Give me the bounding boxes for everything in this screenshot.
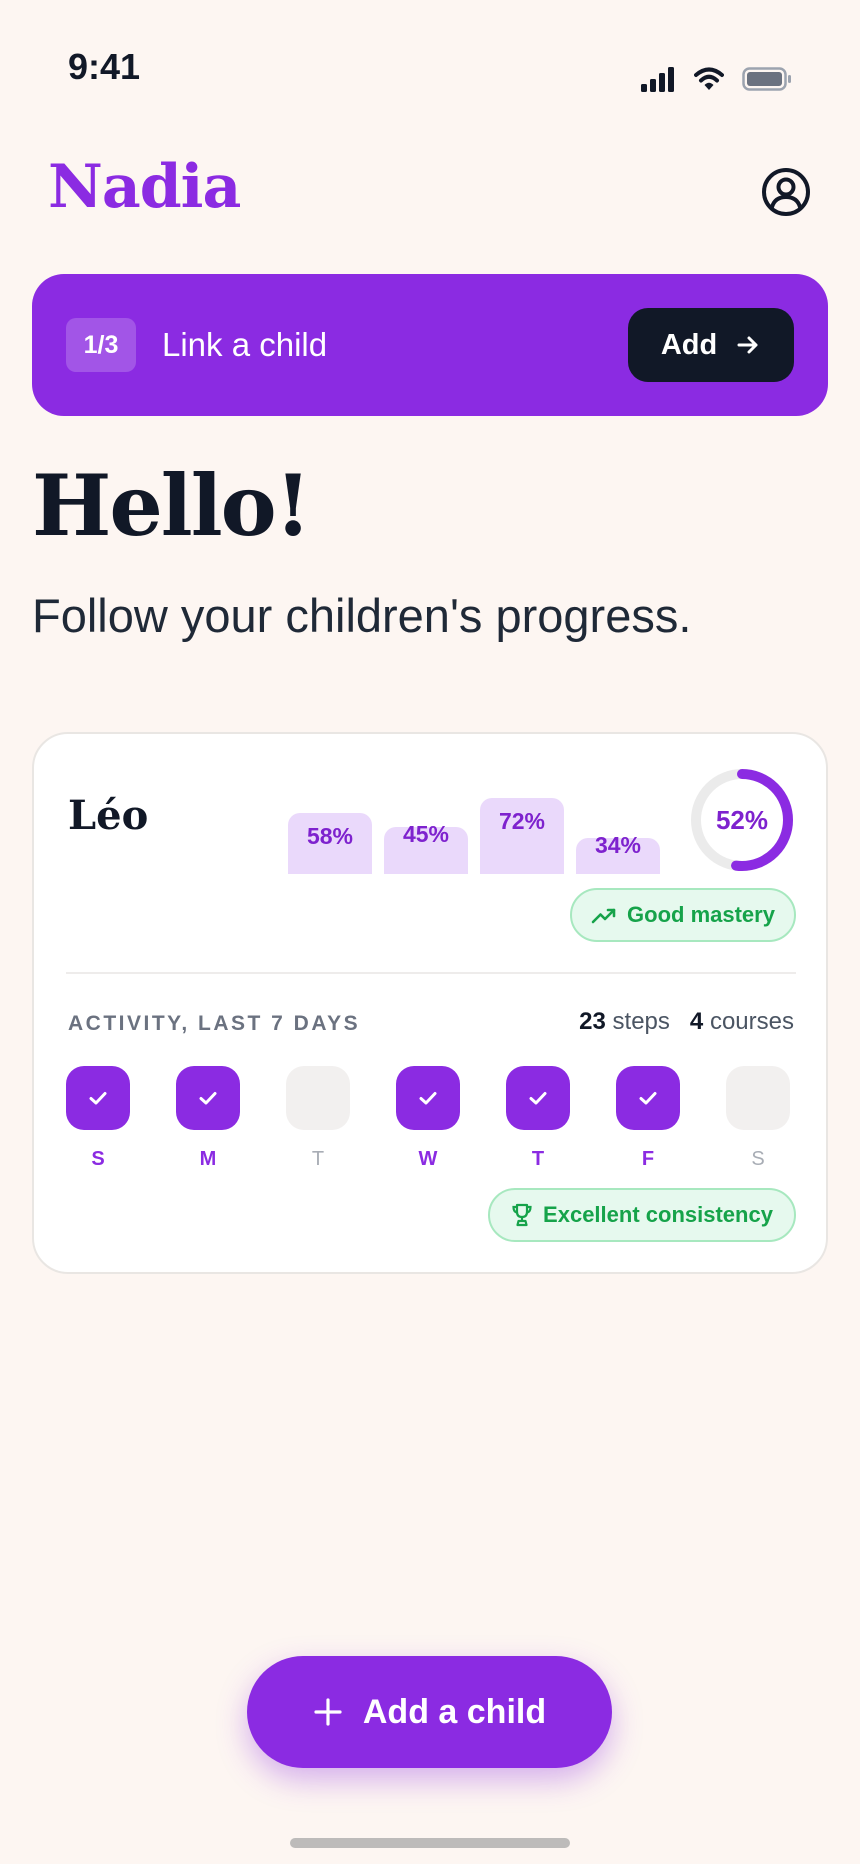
greeting-title: Hello! (32, 456, 312, 555)
steps-count: 23 (579, 1008, 606, 1035)
child-progress-card[interactable]: Léo 58% 45% 72% 34% 52% Good mastery ACT… (32, 732, 828, 1274)
battery-icon (742, 67, 791, 91)
greeting-subtitle: Follow your children's progress. (32, 589, 692, 642)
brand-logo: Nadia (48, 152, 241, 222)
mastery-bar: 34% (576, 832, 660, 874)
trending-up-icon (591, 908, 616, 924)
add-child-label: Add a child (362, 1692, 547, 1731)
wifi-icon (694, 67, 724, 90)
steps-label: steps (612, 1008, 670, 1035)
courses-count: 4 (689, 1008, 704, 1035)
activity-day-cell (396, 1066, 460, 1130)
checkmark-icon (199, 1092, 217, 1105)
courses-label: courses (709, 1008, 794, 1035)
activity-day-cell (286, 1066, 350, 1130)
consistency-badge: Excellent consistency (488, 1188, 796, 1242)
cellular-signal-icon (641, 67, 674, 92)
activity-day-letter: S (91, 1148, 105, 1170)
checkmark-icon (639, 1092, 657, 1105)
checkmark-icon (529, 1092, 547, 1105)
mastery-bar: 45% (384, 821, 468, 874)
mastery-bar-label: 58% (306, 823, 354, 849)
onboarding-add-label: Add (660, 328, 718, 361)
mastery-status-label: Good mastery (627, 902, 775, 927)
status-bar: 9:41 (0, 0, 860, 120)
mastery-status-badge: Good mastery (570, 888, 796, 942)
plus-icon (314, 1698, 342, 1726)
activity-day-letter: W (418, 1148, 438, 1170)
status-time: 9:41 (68, 46, 141, 87)
mastery-bar: 58% (288, 813, 372, 874)
checkmark-icon (419, 1092, 437, 1105)
activity-day-letter: M (199, 1148, 217, 1170)
status-icons (640, 66, 792, 92)
activity-day-cell (66, 1066, 130, 1130)
mastery-bar-label: 34% (594, 832, 642, 858)
activity-stats: 23 steps 4 courses (579, 1008, 794, 1036)
mastery-bar-label: 45% (402, 821, 450, 847)
activity-day-letter: S (751, 1148, 765, 1170)
mastery-bar: 72% (480, 798, 564, 874)
arrow-right-icon (737, 336, 758, 354)
home-indicator[interactable] (290, 1838, 570, 1848)
mastery-bar-label: 72% (498, 808, 546, 834)
activity-day-letter: F (641, 1148, 655, 1170)
activity-day-letter: T (311, 1148, 325, 1170)
activity-day-cell (726, 1066, 790, 1130)
activity-day-cell (176, 1066, 240, 1130)
card-divider (66, 972, 796, 974)
onboarding-step-badge: 1/3 (66, 318, 136, 372)
activity-title: ACTIVITY, LAST 7 DAYS (68, 1012, 361, 1035)
consistency-label: Excellent consistency (543, 1202, 773, 1227)
onboarding-label: Link a child (162, 326, 328, 363)
checkmark-icon (89, 1092, 107, 1105)
activity-day-letter: T (531, 1148, 545, 1170)
activity-day-cell (616, 1066, 680, 1130)
trophy-icon (512, 1203, 532, 1227)
onboarding-add-button[interactable]: Add (628, 308, 794, 382)
account-button[interactable] (760, 166, 812, 218)
overall-mastery-label: 52% (715, 804, 769, 835)
user-circle-icon (762, 168, 810, 216)
add-child-button[interactable]: Add a child (247, 1656, 612, 1768)
activity-day-cell (506, 1066, 570, 1130)
onboarding-banner: 1/3 Link a child Add (32, 274, 828, 416)
